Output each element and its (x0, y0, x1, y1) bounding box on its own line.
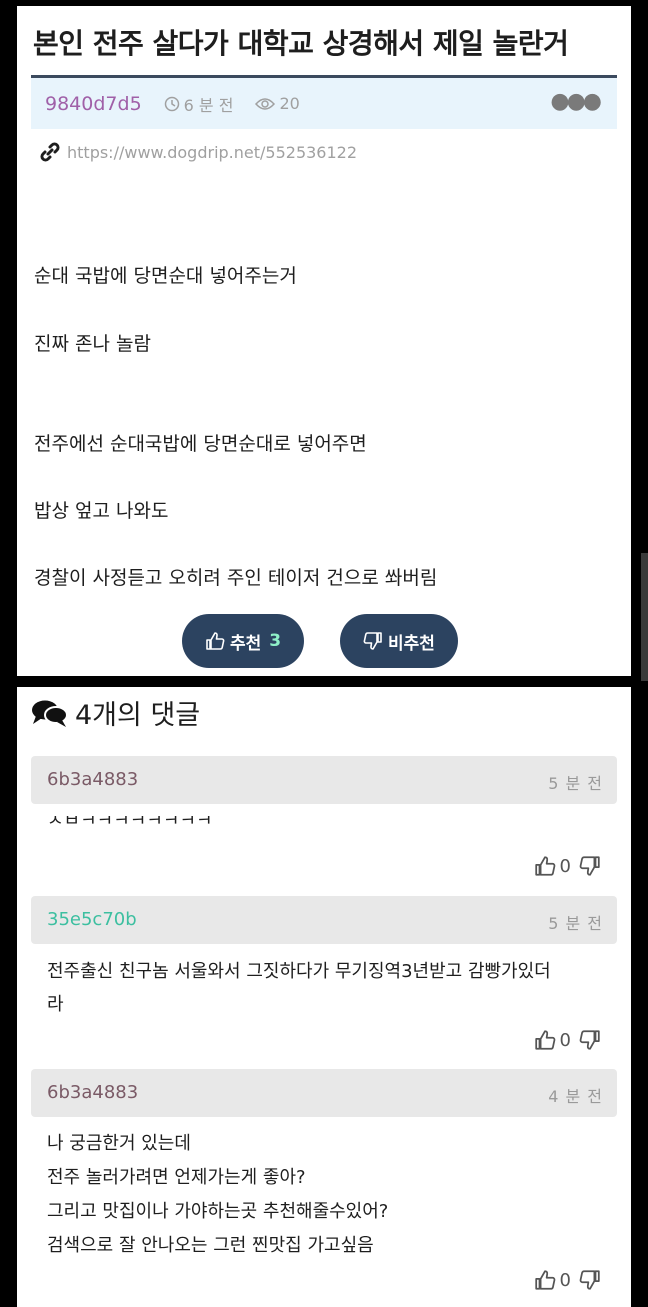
comment-votes: 0 (534, 1269, 601, 1291)
comment-header: 6b3a4883 4 분 전 (31, 1069, 617, 1117)
thumbs-down-icon[interactable] (579, 855, 601, 877)
comment-text: 나 궁금한거 있는데 (47, 1133, 191, 1154)
comment-votes: 0 (534, 1029, 601, 1051)
comment-body-clip: ㅅㅂㅋㅋㅋㅋㅋㅋㅋㅋ (17, 816, 631, 830)
comment-like-count: 0 (559, 855, 571, 877)
thumbs-up-icon[interactable] (534, 1029, 556, 1051)
comment-text: 전주 놀러가려면 언제가는게 좋아? (47, 1167, 306, 1188)
comment-like-count: 0 (559, 1269, 571, 1291)
upvote-button[interactable]: 추천 3 (182, 614, 304, 668)
thumbs-up-icon[interactable] (534, 1269, 556, 1291)
comment-author[interactable]: 35e5c70b (47, 909, 137, 930)
upvote-label: 추천 (229, 633, 262, 654)
thumbs-down-icon[interactable] (579, 1269, 601, 1291)
comment-author[interactable]: 6b3a4883 (47, 769, 138, 790)
body-line: 순대 국밥에 당면순대 넣어주는거 (34, 265, 297, 287)
post-time: 6 분 전 (164, 92, 234, 116)
post-title: 본인 전주 살다가 대학교 상경해서 제일 놀란거 (33, 27, 569, 60)
post-time-label: 6 분 전 (183, 95, 234, 115)
downvote-button[interactable]: 비추천 (340, 614, 458, 668)
comment-time: 5 분 전 (548, 774, 603, 793)
comment-header: 6b3a4883 5 분 전 (31, 756, 617, 804)
comments-count-title: 4개의 댓글 (75, 700, 201, 731)
body-line: 경찰이 사정듣고 오히려 주인 테이저 건으로 쏴버림 (34, 567, 438, 589)
thumbs-up-icon[interactable] (534, 855, 556, 877)
link-icon (40, 142, 60, 162)
comment-header: 35e5c70b 5 분 전 (31, 896, 617, 944)
upvote-count: 3 (269, 631, 282, 651)
comment-votes: 0 (534, 855, 601, 877)
comments-icon (32, 700, 68, 727)
body-line: 진짜 존나 놀람 (34, 333, 151, 355)
downvote-label: 비추천 (388, 633, 435, 654)
comment-text: ㅅㅂㅋㅋㅋㅋㅋㅋㅋㅋ (47, 816, 213, 830)
post-link-url[interactable]: https://www.dogdrip.net/552536122 (67, 143, 357, 162)
comment-text: 라 (47, 994, 64, 1015)
body-line: 밥상 엎고 나와도 (34, 500, 169, 522)
thumbs-down-icon (363, 632, 382, 650)
comment-text: 그리고 맛집이나 가야하는곳 추천해줄수있어? (47, 1201, 389, 1222)
scrollbar-thumb[interactable] (641, 553, 648, 681)
comments-header: 4개의 댓글 (31, 693, 200, 732)
post-meta-bar: 9840d7d5 6 분 전 20 ●●● (31, 78, 617, 129)
eye-icon (255, 97, 276, 110)
post-views: 20 (255, 94, 300, 113)
post-link[interactable]: https://www.dogdrip.net/552536122 (39, 141, 357, 163)
thumbs-up-icon (206, 632, 225, 650)
post-card: 본인 전주 살다가 대학교 상경해서 제일 놀란거 9840d7d5 6 분 전… (17, 6, 631, 676)
comment-text: 전주출신 친구놈 서울와서 그짓하다가 무기징역3년받고 감빵가있더 (47, 961, 551, 982)
body-line: 전주에선 순대국밥에 당면순대로 넣어주면 (34, 433, 367, 455)
comment-time: 4 분 전 (548, 1087, 603, 1106)
thumbs-down-icon[interactable] (579, 1029, 601, 1051)
comment-like-count: 0 (559, 1029, 571, 1051)
post-views-count: 20 (279, 94, 300, 113)
comments-section: 4개의 댓글 6b3a4883 5 분 전 ㅅㅂㅋㅋㅋㅋㅋㅋㅋㅋ 0 35e5c… (17, 687, 631, 1307)
clock-icon (164, 96, 179, 111)
comment-time: 5 분 전 (548, 914, 603, 933)
more-options-icon[interactable]: ●●● (550, 91, 602, 113)
comment-author[interactable]: 6b3a4883 (47, 1082, 138, 1103)
comment-text: 검색으로 잘 안나오는 그런 찐맛집 가고싶음 (47, 1235, 374, 1256)
post-author[interactable]: 9840d7d5 (45, 93, 142, 115)
